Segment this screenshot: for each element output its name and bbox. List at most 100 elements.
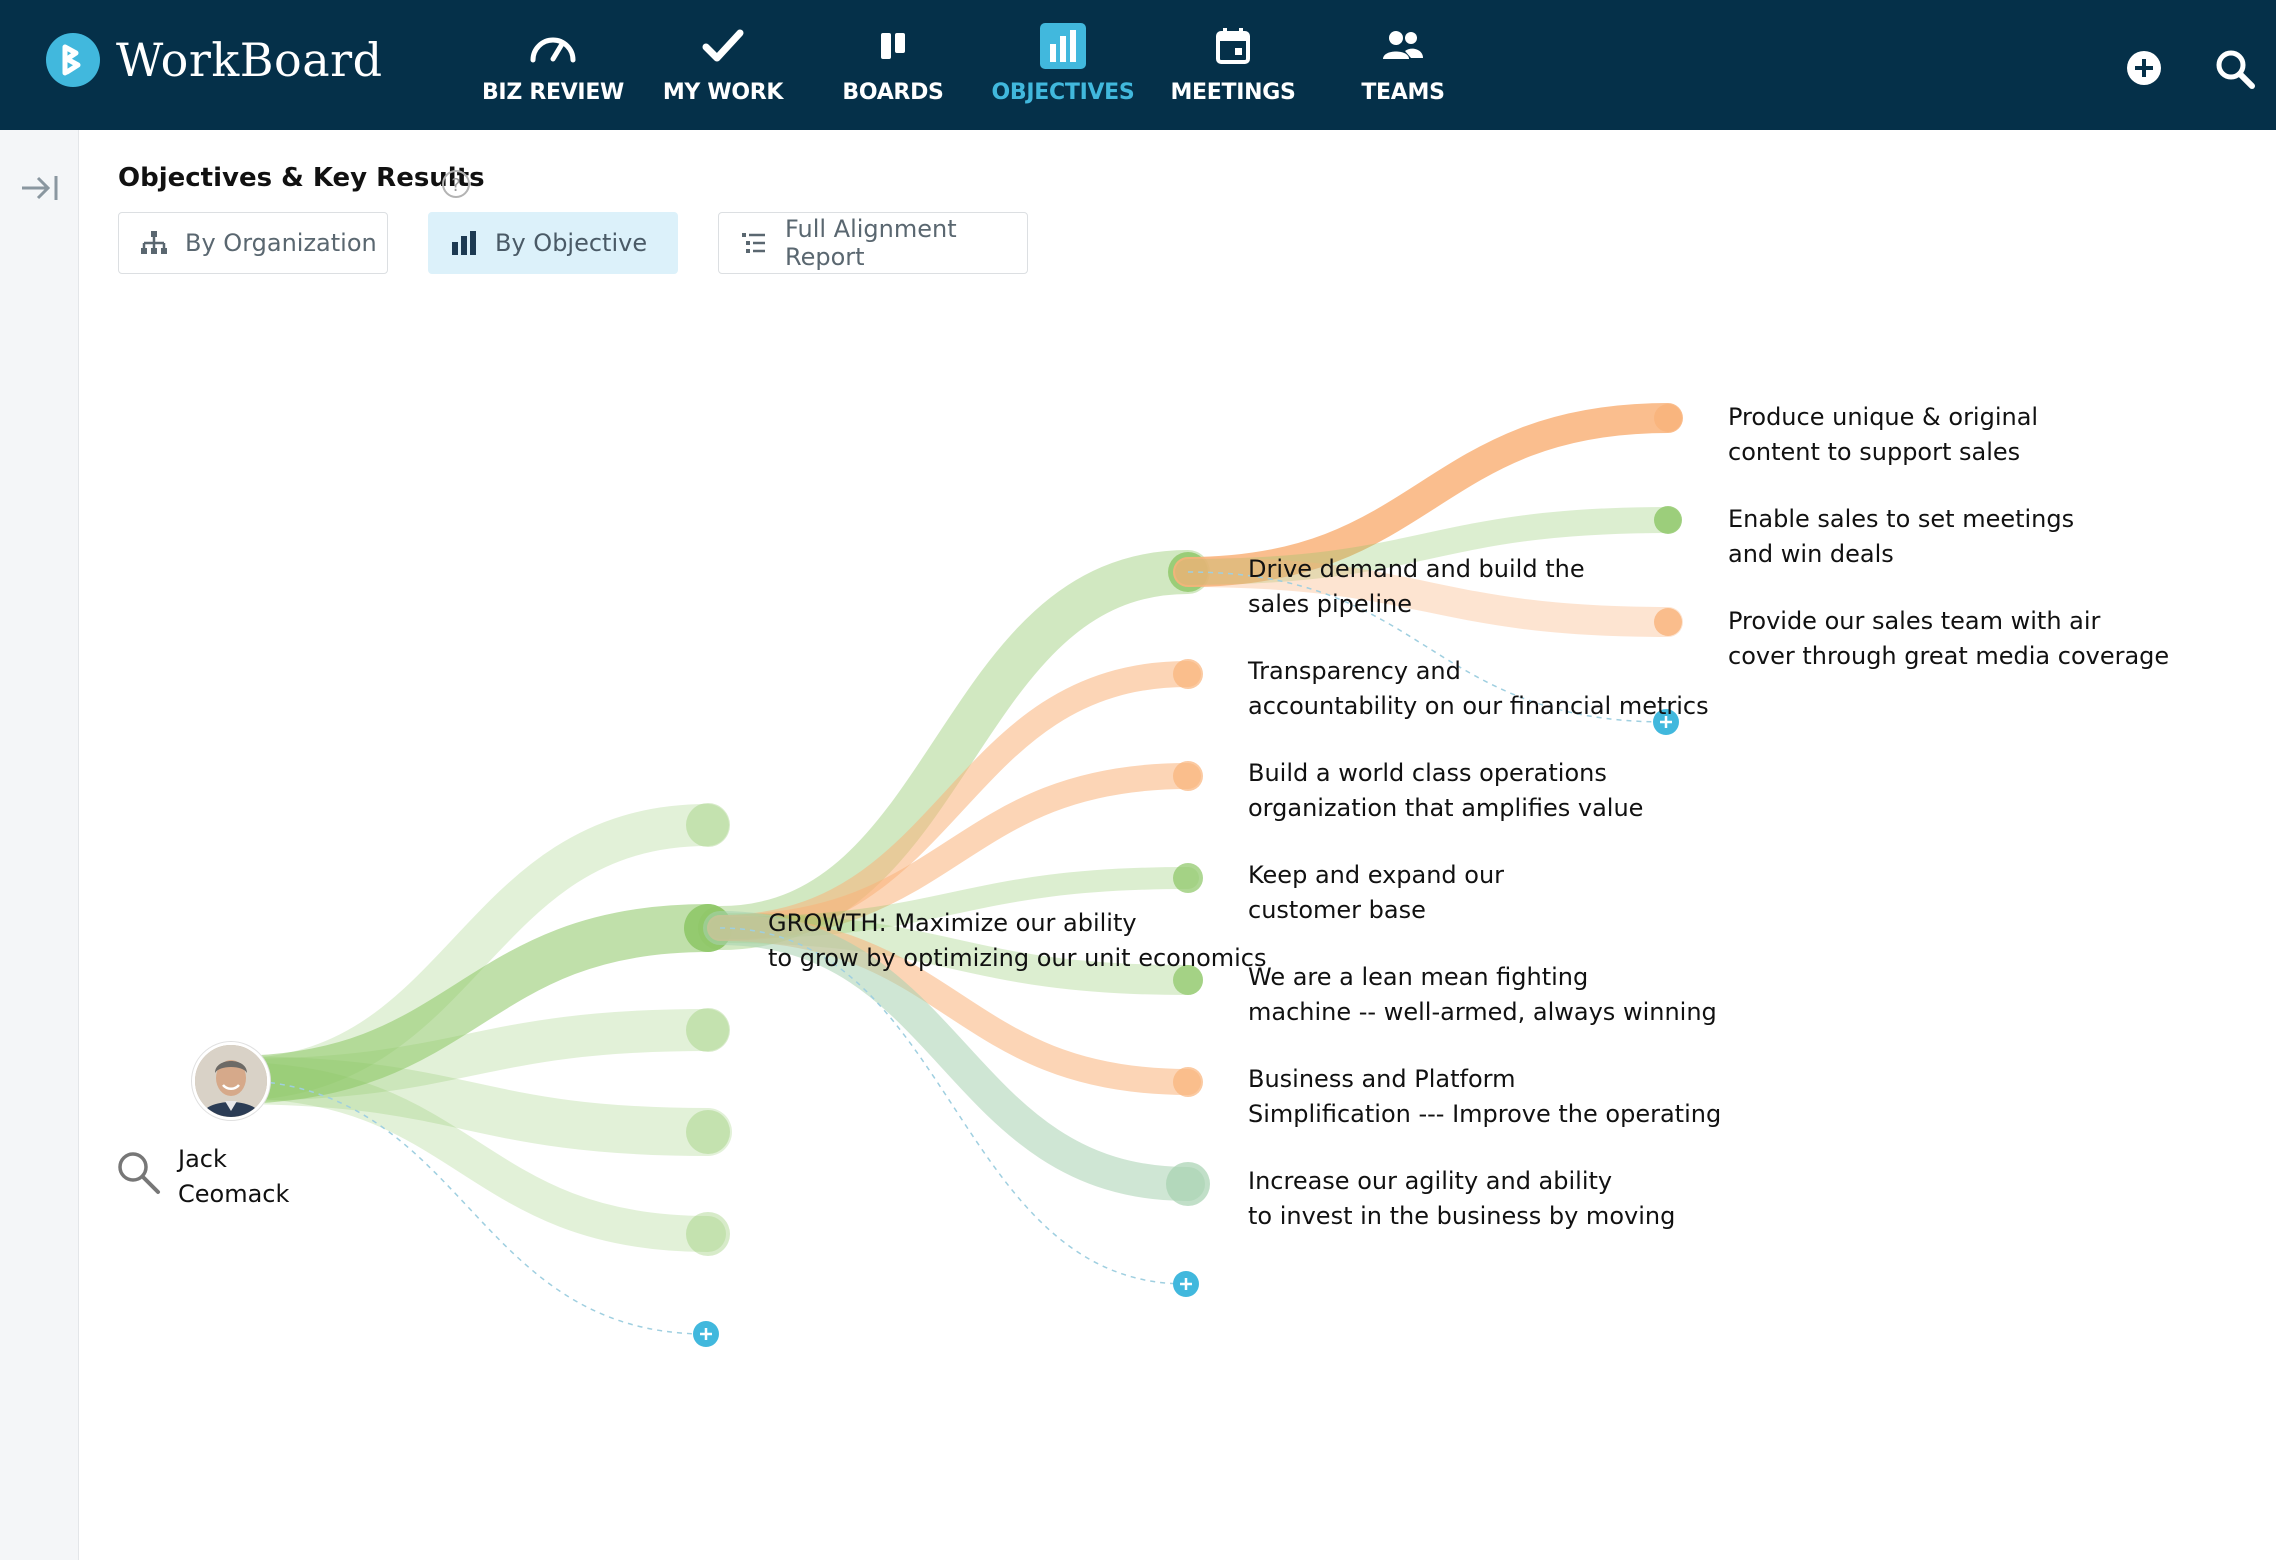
objective-line-1: Drive demand and build the — [1248, 555, 1585, 583]
person-name: Jack Ceomack — [178, 1142, 289, 1212]
objective-drive-demand-label[interactable]: Drive demand and build the sales pipelin… — [1248, 552, 1585, 622]
nav-teams[interactable]: TEAMS — [1318, 22, 1488, 105]
add-icon — [2127, 51, 2161, 85]
nav-meetings[interactable]: MEETINGS — [1148, 22, 1318, 105]
workboard-logo[interactable]: WorkBoard — [46, 33, 383, 87]
org-chart-icon — [139, 228, 169, 258]
person-first-name: Jack — [178, 1145, 227, 1173]
objective-node[interactable] — [686, 1212, 730, 1256]
nav-label: MEETINGS — [1170, 80, 1296, 105]
objective-operations-label[interactable]: Build a world class operations organizat… — [1248, 756, 1643, 826]
objective-node[interactable] — [684, 904, 732, 952]
add-objective-node[interactable] — [693, 1321, 719, 1347]
nav-label: TEAMS — [1361, 80, 1445, 105]
search-icon[interactable] — [116, 1150, 162, 1196]
objective-line-2: to invest in the business by moving — [1248, 1202, 1676, 1230]
by-organization-button[interactable]: By Organization — [118, 212, 388, 274]
objective-line-1: Build a world class operations — [1248, 759, 1607, 787]
objective-node[interactable] — [1173, 761, 1203, 791]
objective-node[interactable] — [1654, 404, 1682, 432]
nav-objectives[interactable]: OBJECTIVES — [978, 22, 1148, 105]
expand-panel-icon[interactable] — [18, 168, 62, 208]
boards-icon — [808, 22, 978, 70]
alignment-ribbon — [1173, 403, 1683, 587]
objective-line-2: Simplification --- Improve the operating — [1248, 1100, 1722, 1128]
objective-line-1: Business and Platform — [1248, 1065, 1516, 1093]
objective-node[interactable] — [1173, 1067, 1203, 1097]
nav-label: MY WORK — [662, 80, 784, 105]
objective-line-1: Transparency and — [1248, 657, 1461, 685]
view-button-label: Full Alignment Report — [785, 215, 957, 271]
nav-label: OBJECTIVES — [991, 80, 1135, 105]
objective-line-2: and win deals — [1728, 540, 1894, 568]
objective-line-1: Keep and expand our — [1248, 861, 1505, 889]
page-title: Objectives & Key Results — [118, 163, 485, 193]
objective-line-2: cover through great media coverage — [1728, 642, 2170, 670]
people-icon — [1318, 22, 1488, 70]
top-navigation-bar: WorkBoard BIZ REVIEW MY WORK BOARDS OBJE… — [0, 0, 2276, 130]
help-icon[interactable]: ? — [442, 170, 470, 198]
avatar[interactable] — [192, 1042, 270, 1120]
checkmark-icon — [638, 22, 808, 70]
objective-line-1: GROWTH: Maximize our ability — [768, 909, 1137, 937]
objective-node[interactable] — [1168, 552, 1208, 592]
objective-node[interactable] — [1654, 506, 1682, 534]
nav-my-work[interactable]: MY WORK — [638, 22, 808, 105]
objective-node[interactable] — [686, 803, 730, 847]
objective-line-2: sales pipeline — [1248, 590, 1412, 618]
objective-line-1: Increase our agility and ability — [1248, 1167, 1613, 1195]
alignment-ribbon — [707, 661, 1201, 941]
objective-node[interactable] — [1173, 863, 1203, 893]
objective-customer-base-label[interactable]: Keep and expand our customer base — [1248, 858, 1504, 928]
person-last-name: Ceomack — [178, 1180, 290, 1208]
objective-growth-label[interactable]: GROWTH: Maximize our ability to grow by … — [768, 906, 1267, 976]
objective-line-2: accountability on our financial metrics — [1248, 692, 1709, 720]
view-button-label: By Organization — [185, 229, 377, 257]
objective-node[interactable] — [686, 1110, 730, 1154]
alignment-dashed-link — [229, 1079, 707, 1335]
objective-line-1: We are a lean mean fighting — [1248, 963, 1589, 991]
by-objective-button[interactable]: By Objective — [428, 212, 678, 274]
objective-platform-simplification-label[interactable]: Business and Platform Simplification ---… — [1248, 1062, 1721, 1132]
app-name: WorkBoard — [116, 33, 383, 87]
nav-label: BIZ REVIEW — [481, 80, 625, 105]
objective-node[interactable] — [686, 1008, 730, 1052]
nav-boards[interactable]: BOARDS — [808, 22, 978, 105]
objective-line-2: organization that amplifies value — [1248, 794, 1644, 822]
view-button-label: By Objective — [495, 229, 648, 257]
full-alignment-report-button[interactable]: Full Alignment Report — [718, 212, 1028, 274]
objective-line-2: machine -- well-armed, always winning — [1248, 998, 1717, 1026]
nav-biz-review[interactable]: BIZ REVIEW — [468, 22, 638, 105]
objective-line-2: customer base — [1248, 896, 1426, 924]
objective-air-cover-label[interactable]: Provide our sales team with air cover th… — [1728, 604, 2169, 674]
workboard-logo-icon — [46, 33, 100, 87]
objective-node[interactable] — [1173, 659, 1203, 689]
alignment-ribbon — [209, 1009, 729, 1101]
gauge-icon — [468, 22, 638, 70]
objective-line-1: Provide our sales team with air — [1728, 607, 2101, 635]
left-rail — [0, 130, 79, 1560]
objective-transparency-label[interactable]: Transparency and accountability on our f… — [1248, 654, 1709, 724]
alignment-ribbon — [209, 804, 729, 1101]
alignment-ribbon — [698, 550, 1210, 950]
alignment-ribbon — [206, 904, 732, 1104]
alignment-ribbon — [206, 1056, 732, 1156]
add-button[interactable] — [2124, 48, 2164, 88]
objective-lean-machine-label[interactable]: We are a lean mean fighting machine -- w… — [1248, 960, 1717, 1030]
objective-line-2: to grow by optimizing our unit economics — [768, 944, 1267, 972]
search-icon — [2216, 50, 2255, 89]
objective-unique-content-label[interactable]: Produce unique & original content to sup… — [1728, 400, 2038, 470]
person-photo — [195, 1045, 267, 1117]
objective-line-1: Produce unique & original — [1728, 403, 2039, 431]
list-icon — [739, 228, 769, 258]
bar-chart-icon — [449, 228, 479, 258]
objective-node[interactable] — [1166, 1162, 1210, 1206]
objective-node[interactable] — [1654, 608, 1682, 636]
add-objective-node[interactable] — [1173, 1271, 1199, 1297]
search-button[interactable] — [2214, 48, 2255, 89]
alignment-dashed-link — [719, 927, 1187, 1285]
objective-agility-label[interactable]: Increase our agility and ability to inve… — [1248, 1164, 1675, 1234]
objective-line-1: Enable sales to set meetings — [1728, 505, 2075, 533]
bar-chart-icon — [978, 22, 1148, 70]
objective-enable-sales-label[interactable]: Enable sales to set meetings and win dea… — [1728, 502, 2074, 572]
